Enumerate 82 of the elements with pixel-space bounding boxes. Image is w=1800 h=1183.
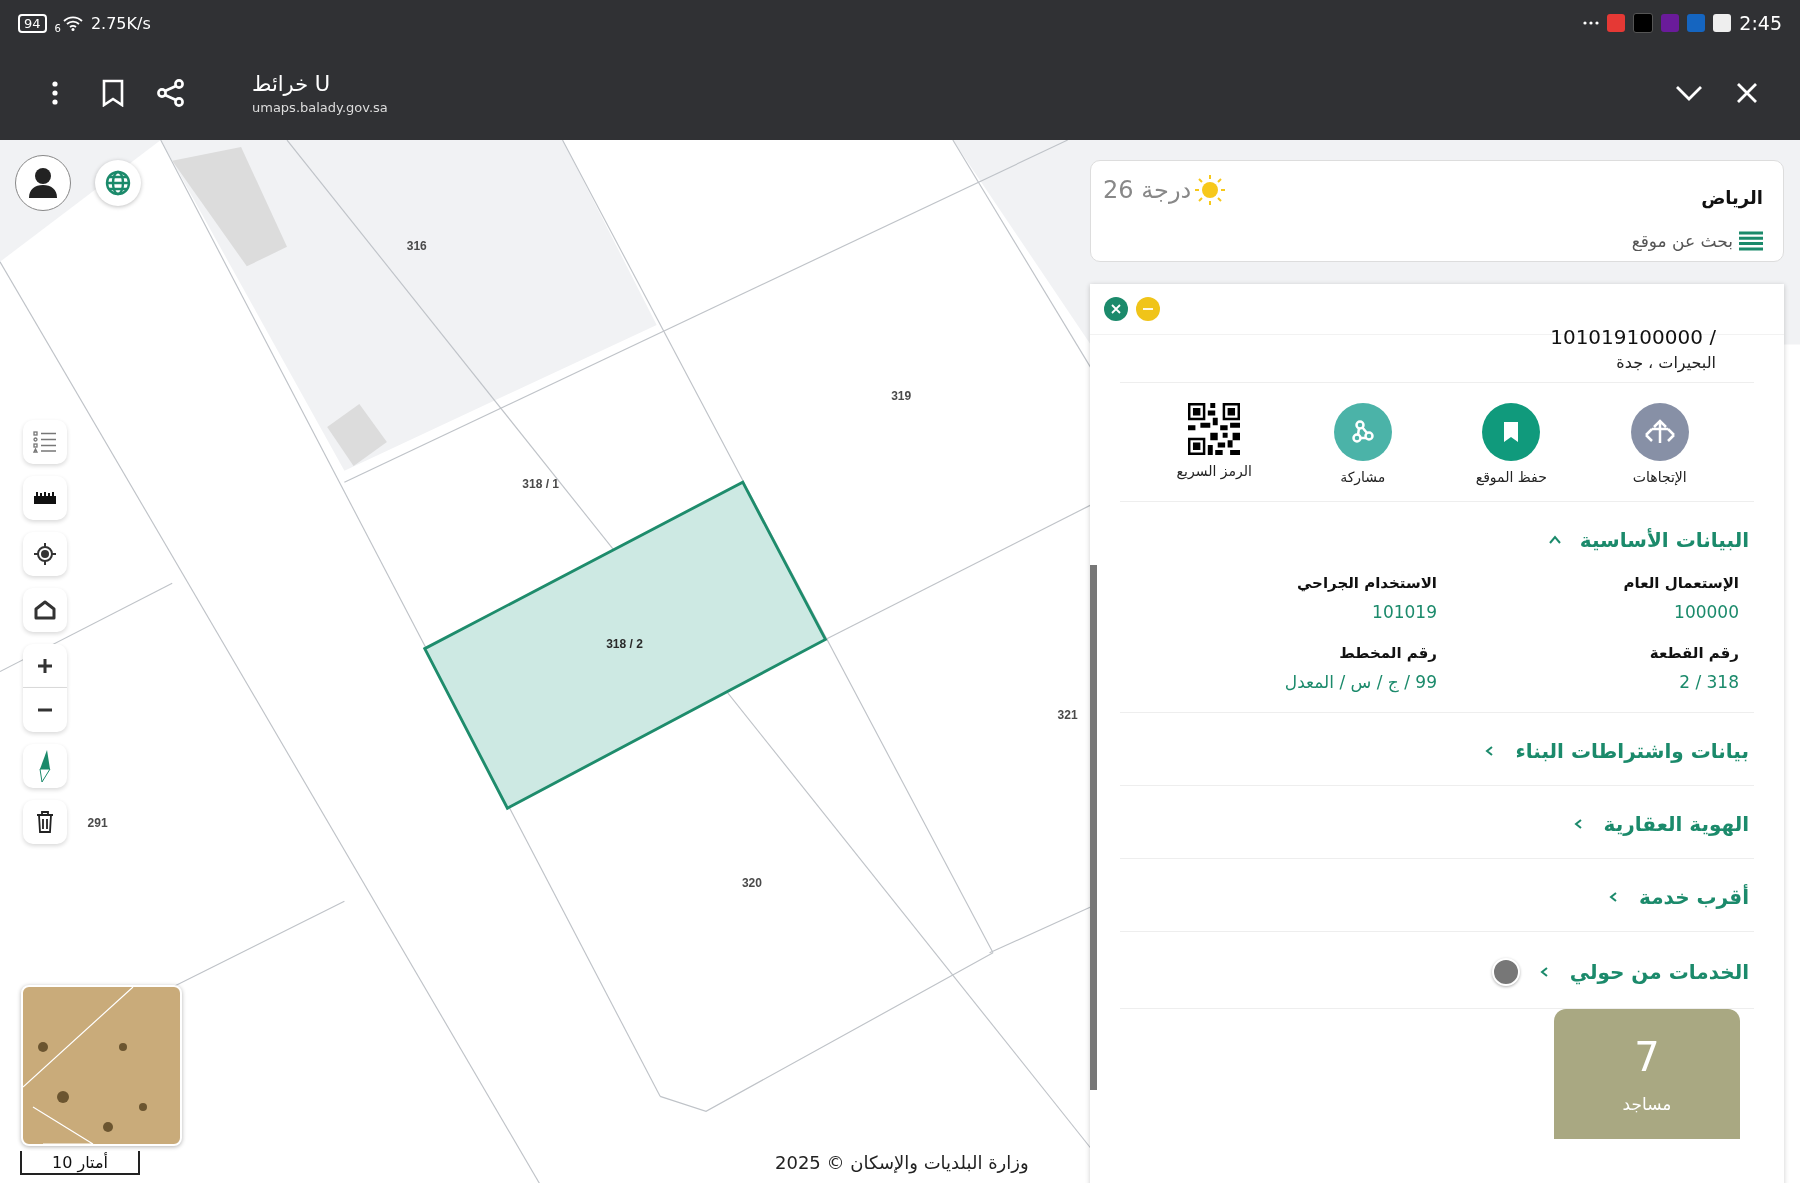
share-icon <box>1333 403 1392 461</box>
section-header[interactable]: البيانات الأساسية <box>1120 502 1754 574</box>
trash-icon <box>36 811 54 833</box>
notification-icon <box>1661 14 1680 32</box>
parcel-number: 316 <box>406 238 427 253</box>
temperature: 26 درجة <box>1103 176 1192 204</box>
share-action[interactable]: مشاركة <box>1297 403 1428 485</box>
home-button[interactable] <box>23 588 67 632</box>
parcel-id: / 101019100000 <box>1549 327 1717 345</box>
scale-bar: 10 أمتار <box>20 1151 140 1175</box>
parcel-address: البحيرات ، جدة <box>1120 345 1754 383</box>
section-header[interactable]: الخدمات من حولي <box>1120 932 1754 1008</box>
field-value: 99 / ج / س / المعدل <box>1283 672 1437 692</box>
section-header[interactable]: أقرب خدمة <box>1120 859 1754 931</box>
field-label: رقم القطعة <box>1648 644 1739 662</box>
sun-icon <box>1195 175 1226 205</box>
language-button[interactable] <box>95 160 141 206</box>
signal-label: 6 <box>54 22 61 34</box>
globe-icon <box>105 170 131 196</box>
directions-action[interactable]: الإتجاهات <box>1594 403 1725 485</box>
minus-icon <box>37 708 53 712</box>
directions-icon <box>1630 403 1689 461</box>
copyright-text: وزارة البلديات والإسكان © 2025 <box>775 1152 1029 1173</box>
compass-icon <box>38 749 52 783</box>
parcel-number: 291 <box>87 815 108 830</box>
parcel-number: 318 / 2 <box>606 636 643 651</box>
network-speed: 2.75K/s <box>90 13 151 33</box>
parcel-number: 318 / 1 <box>522 477 560 492</box>
delete-button[interactable] <box>23 800 67 844</box>
zoom-in-button[interactable] <box>23 644 67 688</box>
notification-icon <box>1607 14 1626 32</box>
more-vertical-icon <box>52 81 58 105</box>
clock-time: 2:45 <box>1739 12 1782 34</box>
service-label: مساجد <box>1622 1094 1672 1114</box>
field-label: رقم المخطط <box>1338 644 1437 662</box>
bookmark-icon <box>1482 403 1541 461</box>
home-icon <box>34 600 56 620</box>
notification-icon <box>1687 14 1706 32</box>
plus-icon <box>37 657 53 674</box>
qr-action[interactable]: الرمز السريع <box>1149 403 1280 485</box>
close-icon <box>1736 82 1758 104</box>
building-footprint <box>327 404 387 467</box>
ruler-icon <box>34 492 56 504</box>
parcel-number: 319 <box>891 388 912 403</box>
chevron-icon <box>1547 535 1562 545</box>
selected-parcel[interactable] <box>422 480 828 811</box>
section-header[interactable]: بيانات واشتراطات البناء <box>1120 713 1754 785</box>
notification-icon <box>1713 14 1732 32</box>
save-action[interactable]: حفظ الموقع <box>1446 403 1577 485</box>
section-header[interactable]: الهوية العقارية <box>1120 786 1754 858</box>
field-value: 318 / 2 <box>1678 672 1739 692</box>
compass-button[interactable] <box>23 744 67 788</box>
minus-icon <box>1143 308 1153 310</box>
location-search-field[interactable]: بحث عن موقع <box>1583 231 1733 251</box>
field-label: الاستخدام الجراحي <box>1295 574 1437 592</box>
parcel-number: 320 <box>741 875 762 890</box>
page-title: خرائط U <box>252 71 332 96</box>
page-url: umaps.balady.gov.sa <box>252 99 388 115</box>
chevron-down-icon <box>1675 85 1703 101</box>
city-name: الرياض <box>1700 187 1763 208</box>
bookmark-icon <box>102 79 124 107</box>
legend-button[interactable] <box>23 420 67 464</box>
qr-code-icon <box>1188 403 1241 455</box>
measure-button[interactable] <box>23 476 67 520</box>
share-icon <box>156 78 186 108</box>
field-value: 101019 <box>1371 602 1437 622</box>
service-count: 7 <box>1634 1034 1660 1080</box>
field-label: الإستعمال العام <box>1622 574 1739 592</box>
battery-level: 94 <box>18 13 47 33</box>
close-icon <box>1111 304 1121 314</box>
list-icon <box>33 431 57 453</box>
toggle-dot[interactable] <box>1491 958 1520 986</box>
crosshair-icon <box>33 542 57 566</box>
locate-button[interactable] <box>23 532 67 576</box>
field-value: 100000 <box>1673 602 1739 622</box>
scrollbar[interactable] <box>1090 565 1097 1090</box>
parcel-number: 321 <box>1057 708 1078 723</box>
notification-icon <box>1633 13 1654 33</box>
person-icon <box>28 167 58 199</box>
wifi-icon <box>62 15 83 31</box>
more-icon <box>1583 21 1600 25</box>
menu-icon[interactable] <box>1739 231 1763 251</box>
